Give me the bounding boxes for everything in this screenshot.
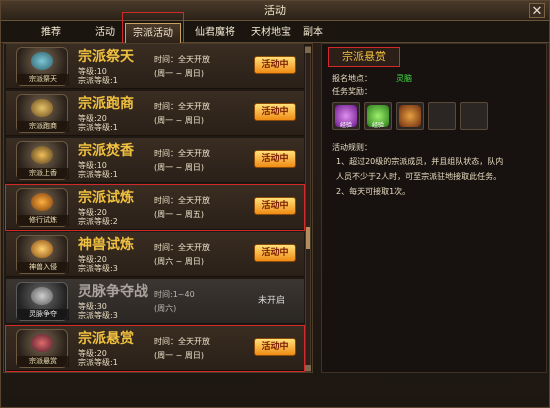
icon-art [31, 287, 53, 305]
scroll-up-arrow-icon[interactable] [305, 47, 311, 53]
activity-time: 时间：全天开放 [154, 243, 210, 252]
activity-time: 时间：全天开放 [154, 196, 210, 205]
bounty-icon: 宗派悬赏 [16, 329, 69, 368]
vein-battle-icon: 灵脉争夺 [16, 282, 69, 321]
list-item[interactable]: 宗派上香 宗派焚香 等级:10 宗派等级:1 时间：全天开放 (周一 ~ 周日)… [6, 138, 304, 183]
reward-slot-empty [428, 102, 456, 130]
reward-slot[interactable]: 经验 [332, 102, 360, 130]
icon-caption: 神兽入侵 [17, 262, 69, 273]
activity-time: 时间：全天开放 [154, 55, 210, 64]
rule-line: 人员不少于2人时，可至宗派驻地接取此任务。 [336, 172, 502, 181]
status-button[interactable]: 活动中 [254, 197, 296, 215]
treasure-chest-icon [399, 105, 421, 127]
sect-level-req: 宗派等级:3 [78, 311, 118, 320]
sect-level-req: 宗派等级:1 [78, 170, 118, 179]
activity-time: 时间:1~40 [154, 290, 195, 299]
activity-days: (周一 ~ 周日) [154, 351, 205, 360]
window-title: 活动 [1, 1, 549, 21]
activity-window: 活动 ✕ 推荐 活动 宗派活动 仙君魔将 天材地宝 副本 宗派祭天 宗派祭天 等… [0, 0, 550, 408]
status-button[interactable]: 活动中 [254, 150, 296, 168]
sect-level-req: 宗派等级:2 [78, 217, 118, 226]
tab-recommend[interactable]: 推荐 [31, 23, 71, 43]
activity-days: (周一 ~ 周五) [154, 210, 205, 219]
reward-slot[interactable] [396, 102, 424, 130]
trade-icon: 宗派跑商 [16, 94, 69, 133]
tab-treasure[interactable]: 天材地宝 [243, 23, 299, 43]
status-label: 未开启 [258, 296, 286, 306]
icon-art [31, 240, 53, 258]
detail-panel: 宗派悬赏 报名地点： 灵脑 任务奖励： 经验 经验 活动规则： 1、超过20级的… [321, 43, 547, 373]
activity-time: 时间：全天开放 [154, 102, 210, 111]
activity-name: 宗派试炼 [78, 190, 134, 206]
scroll-down-arrow-icon[interactable] [305, 365, 311, 371]
sect-level-req: 宗派等级:1 [78, 123, 118, 132]
icon-art [31, 52, 53, 70]
reward-slot[interactable]: 经验 [364, 102, 392, 130]
rewards-label: 任务奖励： [332, 87, 372, 96]
sect-level-req: 宗派等级:3 [78, 264, 118, 273]
sect-level-req: 宗派等级:1 [78, 76, 118, 85]
list-item[interactable]: 神兽入侵 神兽试炼 等级:20 宗派等级:3 时间：全天开放 (周六 ~ 周日)… [6, 232, 304, 277]
status-button[interactable]: 活动中 [254, 103, 296, 121]
location-value[interactable]: 灵脑 [396, 73, 412, 84]
reward-caption: 经验 [371, 122, 384, 129]
list-item[interactable]: 宗派悬赏 宗派悬赏 等级:20 宗派等级:1 时间：全天开放 (周一 ~ 周日)… [5, 325, 305, 372]
icon-caption: 宗派悬赏 [17, 356, 69, 367]
icon-caption: 宗派祭天 [17, 74, 69, 85]
tab-immortal-demon[interactable]: 仙君魔将 [187, 23, 243, 43]
icon-caption: 宗派跑商 [17, 121, 69, 132]
activity-list: 宗派祭天 宗派祭天 等级:10 宗派等级:1 时间：全天开放 (周一 ~ 周日)… [3, 43, 313, 373]
activity-days: (周一 ~ 周日) [154, 116, 205, 125]
reward-caption: 经验 [339, 122, 352, 129]
status-button[interactable]: 活动中 [254, 338, 296, 356]
sect-level-req: 宗派等级:1 [78, 358, 118, 367]
status-button[interactable]: 活动中 [254, 56, 296, 74]
tab-activity[interactable]: 活动 [85, 23, 125, 43]
activity-days: (周一 ~ 周日) [154, 163, 205, 172]
activity-days: (周一 ~ 周日) [154, 69, 205, 78]
icon-caption: 修行试炼 [17, 215, 69, 226]
tab-bar: 推荐 活动 宗派活动 仙君魔将 天材地宝 副本 [1, 21, 549, 43]
icon-art [31, 146, 53, 164]
activity-days: (周六 ~ 周日) [154, 257, 205, 266]
trial-icon: 修行试炼 [16, 188, 69, 227]
icon-caption: 灵脉争夺 [17, 309, 69, 320]
activity-name: 宗派焚香 [78, 143, 134, 159]
rule-line: 1、超过20级的宗派成员，并且组队状态，队内 [336, 157, 504, 166]
list-scrollbar[interactable] [305, 46, 311, 372]
list-item[interactable]: 灵脉争夺 灵脉争夺战 等级:30 宗派等级:3 时间:1~40 (周六) 未开启 [6, 279, 304, 324]
status-button[interactable]: 活动中 [254, 244, 296, 262]
tab-dungeon[interactable]: 副本 [299, 23, 327, 43]
sacrifice-icon: 宗派祭天 [16, 47, 69, 86]
close-icon: ✕ [531, 4, 543, 19]
location-label: 报名地点： [332, 74, 372, 83]
icon-caption: 宗派上香 [17, 168, 69, 179]
activity-name: 宗派祭天 [78, 49, 134, 65]
list-item[interactable]: 宗派跑商 宗派跑商 等级:20 宗派等级:1 时间：全天开放 (周一 ~ 周日)… [6, 91, 304, 136]
rule-line: 2、每天可接取1次。 [336, 187, 411, 196]
reward-slot-empty [460, 102, 488, 130]
rules-label: 活动规则： [332, 143, 372, 152]
scroll-thumb[interactable] [306, 227, 310, 249]
activity-time: 时间：全天开放 [154, 149, 210, 158]
detail-title: 宗派悬赏 [328, 47, 400, 67]
tab-highlight-frame [122, 12, 184, 44]
icon-art [31, 193, 53, 211]
activity-name: 灵脉争夺战 [78, 284, 148, 300]
activity-name: 神兽试炼 [78, 237, 134, 253]
activity-name: 宗派跑商 [78, 96, 134, 112]
activity-time: 时间：全天开放 [154, 337, 210, 346]
icon-art [31, 334, 53, 352]
incense-icon: 宗派上香 [16, 141, 69, 180]
close-button[interactable]: ✕ [529, 3, 545, 19]
activity-name: 宗派悬赏 [78, 331, 134, 347]
list-item[interactable]: 宗派祭天 宗派祭天 等级:10 宗派等级:1 时间：全天开放 (周一 ~ 周日)… [6, 44, 304, 89]
icon-art [31, 99, 53, 117]
activity-days: (周六) [154, 304, 177, 313]
beast-icon: 神兽入侵 [16, 235, 69, 274]
list-item[interactable]: 修行试炼 宗派试炼 等级:20 宗派等级:2 时间：全天开放 (周一 ~ 周五)… [5, 184, 305, 231]
